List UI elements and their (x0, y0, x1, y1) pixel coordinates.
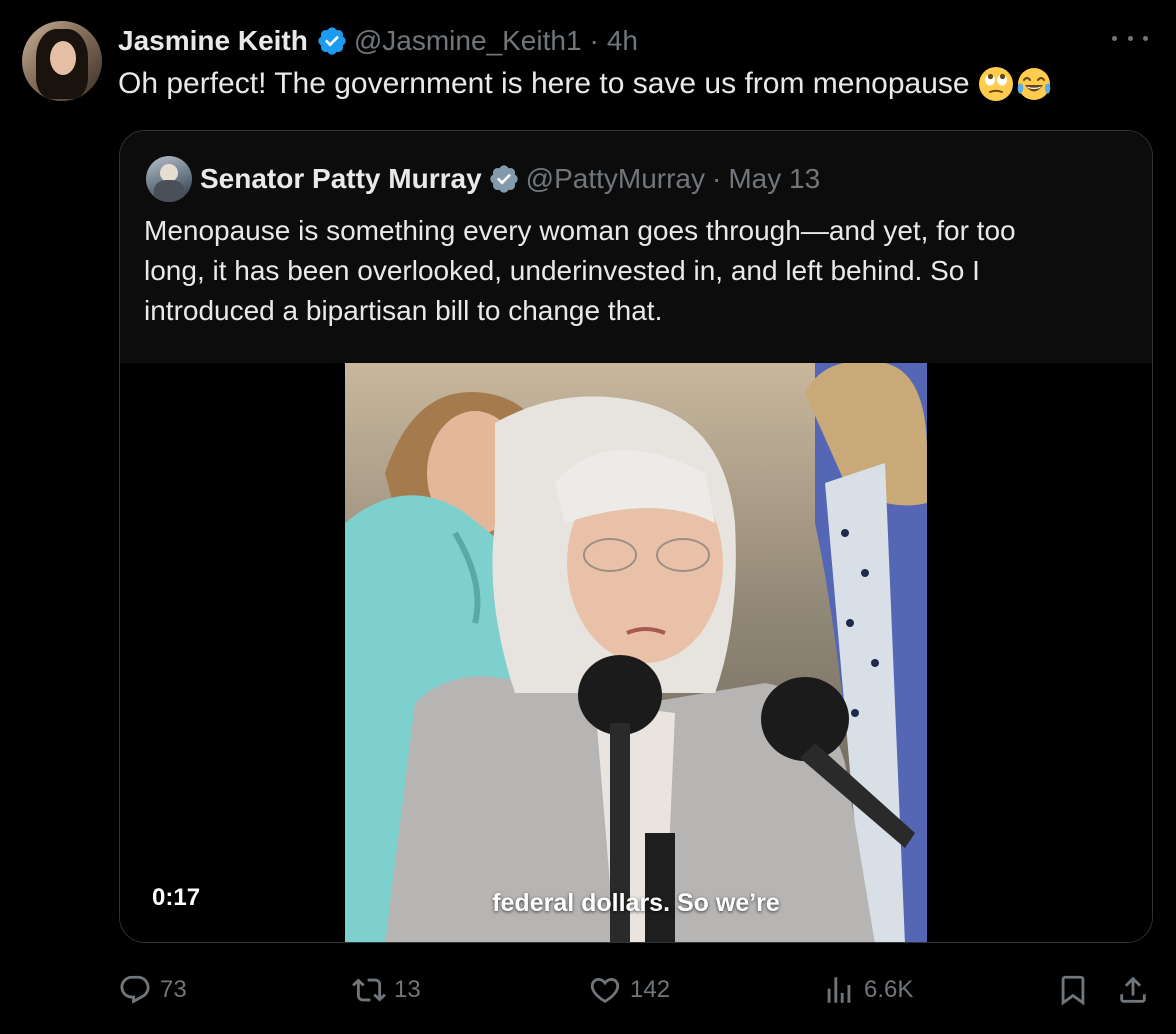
quoted-handle[interactable]: @PattyMurray (526, 163, 705, 195)
separator: · (712, 163, 722, 194)
video-duration: 0:17 (152, 884, 201, 911)
reply-button[interactable]: 73 (118, 970, 187, 1010)
quoted-tweet-card[interactable]: Senator Patty Murray @PattyMurray · May … (119, 130, 1153, 943)
verified-badge-icon (316, 25, 348, 57)
repost-button[interactable]: 13 (352, 970, 421, 1010)
quoted-text-line: Menopause is something every woman goes … (144, 215, 1016, 246)
action-bar: 73 13 142 6.6K (118, 970, 1158, 1010)
quoted-avatar[interactable] (146, 156, 192, 202)
display-name[interactable]: Jasmine Keith (118, 25, 308, 57)
quoted-tweet-header: Senator Patty Murray @PattyMurray · May … (200, 160, 820, 198)
handle[interactable]: @Jasmine_Keith1 (354, 25, 582, 57)
verified-badge-icon (488, 163, 520, 195)
tweet-header: Jasmine Keith @Jasmine_Keith1 · 4h (118, 22, 638, 60)
reply-count: 73 (160, 976, 187, 1003)
bookmark-button[interactable] (1056, 970, 1090, 1010)
repost-icon (352, 973, 386, 1007)
tweet-text: Oh perfect! The government is here to sa… (118, 66, 1052, 102)
avatar[interactable] (22, 21, 102, 101)
analytics-icon (822, 973, 856, 1007)
face-with-tears-of-joy-icon (1016, 66, 1052, 102)
tweet-body: Oh perfect! The government is here to sa… (118, 67, 970, 100)
views-count: 6.6K (864, 976, 914, 1003)
quoted-text-line: long, it has been overlooked, underinves… (144, 255, 980, 286)
reply-icon (118, 973, 152, 1007)
views-button[interactable]: 6.6K (822, 970, 913, 1010)
like-count: 142 (630, 976, 671, 1003)
more-options-icon[interactable] (1112, 28, 1148, 48)
video-caption: federal dollars. So we’re (492, 889, 780, 917)
like-button[interactable]: 142 (588, 970, 670, 1010)
quoted-text-line: introduced a bipartisan bill to change t… (144, 295, 663, 326)
video-player[interactable]: federal dollars. So we’re 0:17 (120, 363, 1152, 942)
separator: · (589, 25, 599, 56)
bookmark-icon (1056, 973, 1090, 1007)
repost-count: 13 (394, 976, 421, 1003)
video-frame[interactable]: federal dollars. So we’re (345, 363, 927, 942)
quoted-tweet-header-area: Senator Patty Murray @PattyMurray · May … (120, 131, 1152, 363)
heart-icon (588, 973, 622, 1007)
face-with-rolling-eyes-icon (978, 66, 1014, 102)
share-icon (1116, 973, 1150, 1007)
timestamp[interactable]: 4h (607, 25, 638, 57)
quoted-date[interactable]: May 13 (728, 163, 820, 195)
share-button[interactable] (1116, 970, 1150, 1010)
quoted-display-name[interactable]: Senator Patty Murray (200, 163, 482, 195)
quoted-tweet-text: Menopause is something every woman goes … (144, 211, 1134, 331)
